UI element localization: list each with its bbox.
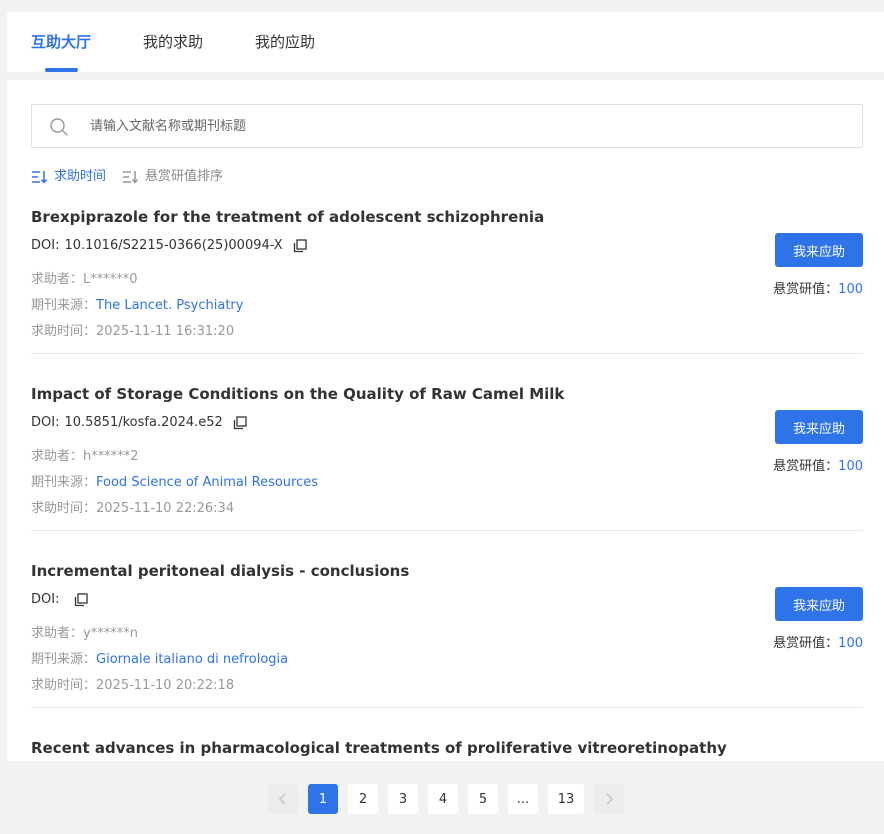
time-value: 2025-11-10 20:22:18 (96, 678, 235, 693)
tab-my-requests[interactable]: 我的求助 (143, 32, 203, 52)
time-value: 2025-11-11 16:31:20 (96, 324, 235, 339)
reward-label: 悬赏研值： (773, 636, 839, 651)
search-icon (50, 118, 68, 136)
pagination: 1 2 3 4 5 ... 13 (268, 784, 624, 814)
page-button-5[interactable]: 5 (468, 784, 498, 814)
time-row: 求助时间：2025-11-10 20:22:18 (31, 677, 234, 695)
next-page-button[interactable] (594, 784, 624, 814)
sort-icon (123, 171, 139, 184)
doi-value: 10.1016/S2215-0366(25)00094-X (64, 238, 283, 253)
source-row: 期刊来源：The Lancet. Psychiatry (31, 297, 243, 315)
reward-value: 100 (838, 282, 863, 297)
source-link[interactable]: The Lancet. Psychiatry (96, 298, 243, 313)
request-item: Impact of Storage Conditions on the Qual… (31, 384, 863, 561)
request-title[interactable]: Impact of Storage Conditions on the Qual… (31, 384, 564, 404)
sort-by-reward[interactable]: 悬赏研值排序 (122, 168, 223, 186)
doi-value: 10.5851/kosfa.2024.e52 (64, 415, 223, 430)
reward: 悬赏研值：100 (773, 458, 863, 476)
search-box (31, 104, 863, 148)
source-link[interactable]: Food Science of Animal Resources (96, 475, 318, 490)
request-title[interactable]: Recent advances in pharmacological treat… (31, 738, 727, 758)
time-label: 求助时间： (31, 501, 97, 516)
sort-label: 悬赏研值排序 (145, 169, 224, 184)
request-item: Recent advances in pharmacological treat… (31, 738, 863, 761)
copy-icon[interactable] (233, 416, 247, 430)
page-button-3[interactable]: 3 (388, 784, 418, 814)
time-value: 2025-11-10 22:26:34 (96, 501, 235, 516)
divider (31, 707, 863, 708)
source-label: 期刊来源： (31, 298, 97, 313)
active-tab-indicator (45, 68, 78, 72)
requester-label: 求助者： (31, 449, 84, 464)
time-row: 求助时间：2025-11-10 22:26:34 (31, 500, 234, 518)
respond-button[interactable]: 我来应助 (775, 410, 863, 444)
time-label: 求助时间： (31, 678, 97, 693)
prev-page-button[interactable] (268, 784, 298, 814)
requester-label: 求助者： (31, 626, 84, 641)
reward-label: 悬赏研值： (773, 282, 839, 297)
doi-row: DOI: 10.1016/S2215-0366(25)00094-X (31, 237, 307, 255)
sort-label: 求助时间 (54, 169, 107, 184)
time-row: 求助时间：2025-11-11 16:31:20 (31, 323, 234, 341)
divider (31, 530, 863, 531)
sort-by-request-time[interactable]: 求助时间 (31, 168, 106, 186)
chevron-right-icon (606, 793, 614, 805)
requester-value: y******n (83, 626, 138, 641)
page-ellipsis[interactable]: ... (508, 784, 538, 814)
chevron-left-icon (278, 793, 286, 805)
doi-label: DOI: (31, 592, 60, 607)
source-link[interactable]: Giornale italiano di nefrologia (96, 652, 288, 667)
request-item: Brexpiprazole for the treatment of adole… (31, 207, 863, 384)
doi-label: DOI: (31, 238, 60, 253)
requester-value: L******0 (83, 272, 138, 287)
search-input[interactable] (90, 105, 850, 147)
requester-label: 求助者： (31, 272, 84, 287)
requester-row: 求助者：L******0 (31, 271, 138, 289)
reward-label: 悬赏研值： (773, 459, 839, 474)
requester-row: 求助者：y******n (31, 625, 138, 643)
request-title[interactable]: Incremental peritoneal dialysis - conclu… (31, 561, 409, 581)
source-row: 期刊来源：Food Science of Animal Resources (31, 474, 318, 492)
reward-value: 100 (838, 459, 863, 474)
copy-icon[interactable] (74, 593, 89, 607)
reward: 悬赏研值：100 (773, 281, 863, 299)
respond-button[interactable]: 我来应助 (775, 233, 863, 267)
page-button-2[interactable]: 2 (348, 784, 378, 814)
doi-row: DOI: 10.5851/kosfa.2024.e52 (31, 414, 247, 432)
copy-icon[interactable] (293, 239, 307, 253)
page-button-1[interactable]: 1 (308, 784, 338, 814)
tab-bar: 互助大厅 我的求助 我的应助 (7, 12, 884, 72)
requester-value: h******2 (83, 449, 139, 464)
time-label: 求助时间： (31, 324, 97, 339)
page-button-4[interactable]: 4 (428, 784, 458, 814)
source-label: 期刊来源： (31, 652, 97, 667)
request-item: Incremental peritoneal dialysis - conclu… (31, 561, 863, 738)
sort-icon (32, 171, 47, 184)
tab-mutual-help-hall[interactable]: 互助大厅 (31, 32, 91, 52)
source-row: 期刊来源：Giornale italiano di nefrologia (31, 651, 288, 669)
source-label: 期刊来源： (31, 475, 97, 490)
respond-button[interactable]: 我来应助 (775, 587, 863, 621)
doi-row: DOI: (31, 591, 89, 609)
requester-row: 求助者：h******2 (31, 448, 139, 466)
request-list-panel: 求助时间 悬赏研值排序 Brexpiprazole for the treatm… (7, 80, 884, 761)
doi-label: DOI: (31, 415, 60, 430)
reward: 悬赏研值：100 (773, 635, 863, 653)
divider (31, 353, 863, 354)
sort-bar: 求助时间 悬赏研值排序 (31, 168, 239, 186)
request-title[interactable]: Brexpiprazole for the treatment of adole… (31, 207, 544, 227)
reward-value: 100 (838, 636, 863, 651)
page-button-13[interactable]: 13 (548, 784, 584, 814)
tab-my-responses[interactable]: 我的应助 (255, 32, 315, 52)
